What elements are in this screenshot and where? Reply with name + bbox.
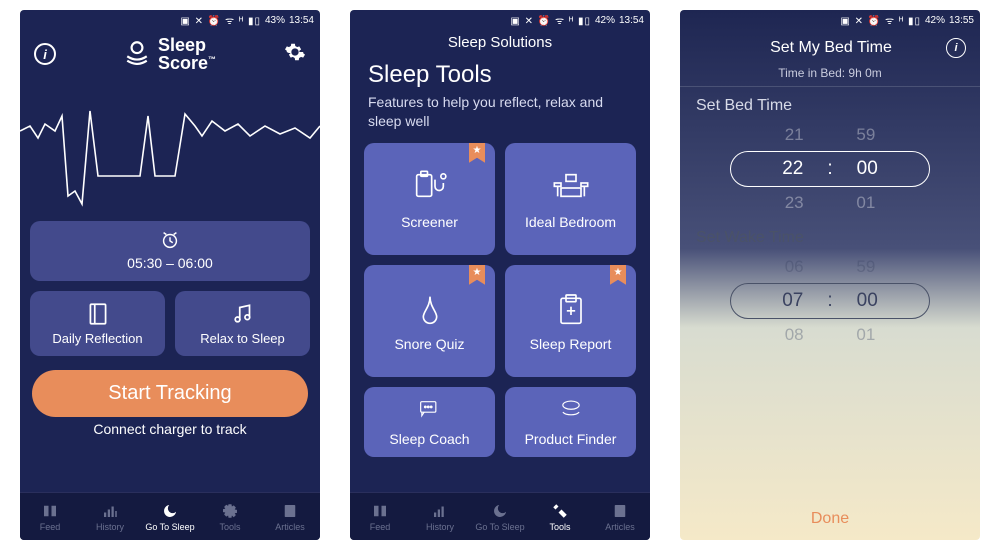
- app-title: Sleep Score™: [158, 36, 216, 72]
- tool-product-finder[interactable]: Product Finder: [505, 387, 636, 457]
- tab-articles[interactable]: Articles: [590, 493, 650, 540]
- sleep-waveform: [20, 76, 320, 221]
- status-battery: 43%: [265, 15, 285, 26]
- tool-sleep-coach[interactable]: Sleep Coach: [364, 387, 495, 457]
- screen-set-bed-time: ▣ ✕ ⏰ ᯤ ᴴ ▮▯ 42% 13:55 Set My Bed Time i…: [680, 10, 980, 540]
- tab-go-to-sleep[interactable]: Go To Sleep: [140, 493, 200, 540]
- status-bar: ▣ ✕ ⏰ ᯤ ᴴ ▮▯ 42% 13:54: [350, 10, 650, 30]
- star-badge-icon: ★: [469, 265, 485, 285]
- sleepscore-logo-icon: [124, 39, 150, 70]
- tool-snore-quiz[interactable]: ★ Snore Quiz: [364, 265, 495, 377]
- status-bar: ▣ ✕ ⏰ ᯤ ᴴ ▮▯ 42% 13:55: [680, 10, 980, 30]
- bottom-tabbar: Feed History Go To Sleep Tools Articles: [350, 492, 650, 540]
- cta-subtext: Connect charger to track: [20, 421, 320, 443]
- status-time: 13:54: [289, 15, 314, 26]
- bedroom-icon: [551, 168, 591, 208]
- time-in-bed-label: Time in Bed: 9h 0m: [680, 66, 980, 86]
- relax-label: Relax to Sleep: [200, 331, 285, 346]
- screen-title: Sleep Solutions: [350, 30, 650, 61]
- tool-sleep-report[interactable]: ★ Sleep Report: [505, 265, 636, 377]
- sleep-mask-icon: [554, 397, 588, 425]
- tool-label: Sleep Report: [530, 336, 612, 352]
- info-icon[interactable]: i: [34, 43, 56, 65]
- tab-feed[interactable]: Feed: [20, 493, 80, 540]
- tool-label: Product Finder: [525, 431, 617, 447]
- tool-screener[interactable]: ★ Screener: [364, 143, 495, 255]
- tab-history[interactable]: History: [410, 493, 470, 540]
- wake-time-label: Set Wake Time: [680, 219, 980, 251]
- star-badge-icon: ★: [469, 143, 485, 163]
- alarm-range-label: 05:30 – 06:00: [127, 255, 213, 271]
- tool-label: Snore Quiz: [394, 336, 464, 352]
- tab-go-to-sleep[interactable]: Go To Sleep: [470, 493, 530, 540]
- clipboard-stethoscope-icon: [410, 168, 450, 208]
- journal-icon: [85, 301, 111, 327]
- star-badge-icon: ★: [610, 265, 626, 285]
- screen-tools: ▣ ✕ ⏰ ᯤ ᴴ ▮▯ 42% 13:54 Sleep Solutions S…: [350, 10, 650, 540]
- start-tracking-button[interactable]: Start Tracking: [32, 370, 308, 417]
- bed-time-picker[interactable]: 21:59 22:00 23:01: [680, 119, 980, 219]
- status-icons: ▣ ✕ ⏰ ᯤ ᴴ ▮▯: [180, 13, 261, 27]
- tools-grid: ★ Screener Ideal Bedroom ★ Snore Quiz ★ …: [350, 143, 650, 457]
- daily-reflection-button[interactable]: Daily Reflection: [30, 291, 165, 356]
- page-title: Set My Bed Time: [716, 39, 946, 57]
- tool-label: Sleep Coach: [389, 431, 469, 447]
- screen-home: ▣ ✕ ⏰ ᯤ ᴴ ▮▯ 43% 13:54 i Sleep Score™ 05…: [20, 10, 320, 540]
- alarm-time-button[interactable]: 05:30 – 06:00: [30, 221, 310, 281]
- tab-tools[interactable]: Tools: [530, 493, 590, 540]
- status-bar: ▣ ✕ ⏰ ᯤ ᴴ ▮▯ 43% 13:54: [20, 10, 320, 30]
- app-header: i Sleep Score™: [20, 30, 320, 76]
- tool-label: Ideal Bedroom: [525, 214, 616, 230]
- done-button[interactable]: Done: [680, 498, 980, 540]
- tab-tools[interactable]: Tools: [200, 493, 260, 540]
- tab-articles[interactable]: Articles: [260, 493, 320, 540]
- bottom-tabbar: Feed History Go To Sleep Tools Articles: [20, 492, 320, 540]
- settings-icon[interactable]: [284, 41, 306, 68]
- music-note-icon: [230, 301, 256, 327]
- page-header: Set My Bed Time i: [680, 30, 980, 66]
- clipboard-plus-icon: [551, 290, 591, 330]
- tool-ideal-bedroom[interactable]: Ideal Bedroom: [505, 143, 636, 255]
- daily-reflection-label: Daily Reflection: [52, 331, 142, 346]
- relax-to-sleep-button[interactable]: Relax to Sleep: [175, 291, 310, 356]
- chat-bubble-icon: [413, 397, 447, 425]
- nose-icon: [410, 290, 450, 330]
- section-heading: Sleep Tools: [350, 61, 650, 89]
- tab-history[interactable]: History: [80, 493, 140, 540]
- info-icon[interactable]: i: [946, 38, 966, 58]
- section-subtitle: Features to help you reflect, relax and …: [350, 89, 650, 143]
- wake-time-picker[interactable]: 06:59 07:00 08:01: [680, 251, 980, 351]
- cta-label: Start Tracking: [108, 382, 231, 404]
- app-logo: Sleep Score™: [56, 36, 284, 72]
- bed-time-label: Set Bed Time: [680, 87, 980, 119]
- alarm-clock-icon: [159, 229, 181, 251]
- tab-feed[interactable]: Feed: [350, 493, 410, 540]
- tool-label: Screener: [401, 214, 458, 230]
